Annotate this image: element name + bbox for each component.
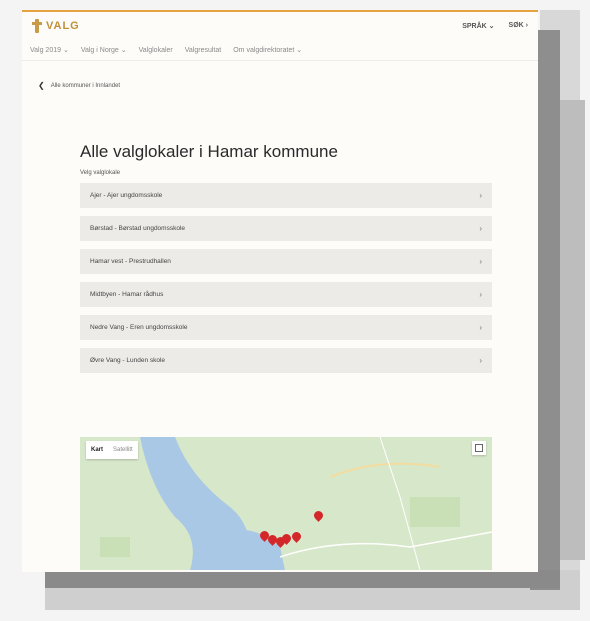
site-logo[interactable]: VALG (32, 19, 80, 33)
fullscreen-icon[interactable] (472, 441, 486, 455)
chevron-right-icon: › (479, 323, 482, 332)
map-tab-satellitt[interactable]: Satellitt (108, 441, 138, 459)
nav-item-valg-2019[interactable]: Valg 2019 ⌄ (30, 46, 69, 54)
chevron-left-icon: ❮ (38, 81, 45, 90)
location-label: Børstad - Børstad ungdomsskole (90, 225, 186, 232)
main-content: Alle valglokaler i Hamar kommune Velg va… (80, 142, 492, 373)
chevron-right-icon: › (479, 257, 482, 266)
nav-item-valg-i-norge[interactable]: Valg i Norge ⌄ (81, 46, 127, 54)
location-list: Ajer - Ajer ungdomsskole › Børstad - Bør… (80, 183, 492, 373)
language-menu[interactable]: SPRÅK ⌄ (462, 22, 494, 30)
back-link[interactable]: ❮ Alle kommuner i Innlandet (38, 81, 538, 90)
nav-item-valgresultat[interactable]: Valgresultat (185, 47, 221, 54)
location-item-ajer[interactable]: Ajer - Ajer ungdomsskole › (80, 183, 492, 208)
map-terrain (80, 437, 492, 570)
location-label: Midtbyen - Hamar rådhus (90, 291, 164, 298)
header-menu: SPRÅK ⌄ SØK › (462, 22, 528, 30)
map-type-control: Kart Satellitt (86, 441, 138, 459)
chevron-right-icon: › (479, 191, 482, 200)
nav-item-om-valgdirektoratet[interactable]: Om valgdirektoratet ⌄ (233, 46, 302, 54)
valg-logo-icon (32, 19, 42, 33)
main-nav: Valg 2019 ⌄ Valg i Norge ⌄ Valglokaler V… (22, 40, 538, 61)
location-item-ovre-vang[interactable]: Øvre Vang - Lunden skole › (80, 348, 492, 373)
window-shadow (45, 570, 560, 588)
page-subtitle: Velg valglokale (80, 170, 121, 176)
search-link[interactable]: SØK › (509, 22, 528, 30)
background-block (560, 100, 585, 560)
location-label: Ajer - Ajer ungdomsskole (90, 192, 163, 199)
site-header: VALG SPRÅK ⌄ SØK › (22, 12, 538, 40)
location-item-borstad[interactable]: Børstad - Børstad ungdomsskole › (80, 216, 492, 241)
back-link-label: Alle kommuner i Innlandet (50, 82, 121, 89)
map-tab-kart[interactable]: Kart (86, 441, 108, 459)
logo-text: VALG (46, 20, 80, 32)
location-label: Hamar vest - Prestrudhallen (90, 258, 171, 265)
chevron-right-icon: › (479, 224, 482, 233)
location-label: Nedre Vang - Eren ungdomsskole (90, 324, 188, 331)
location-map[interactable]: Kart Satellitt (80, 437, 492, 570)
chevron-right-icon: › (479, 290, 482, 299)
location-label: Øvre Vang - Lunden skole (90, 357, 166, 364)
page-title: Alle valglokaler i Hamar kommune (80, 142, 338, 161)
location-item-midtbyen[interactable]: Midtbyen - Hamar rådhus › (80, 282, 492, 307)
chevron-right-icon: › (479, 356, 482, 365)
location-item-nedre-vang[interactable]: Nedre Vang - Eren ungdomsskole › (80, 315, 492, 340)
nav-item-valglokaler[interactable]: Valglokaler (139, 47, 173, 54)
location-item-hamar-vest[interactable]: Hamar vest - Prestrudhallen › (80, 249, 492, 274)
